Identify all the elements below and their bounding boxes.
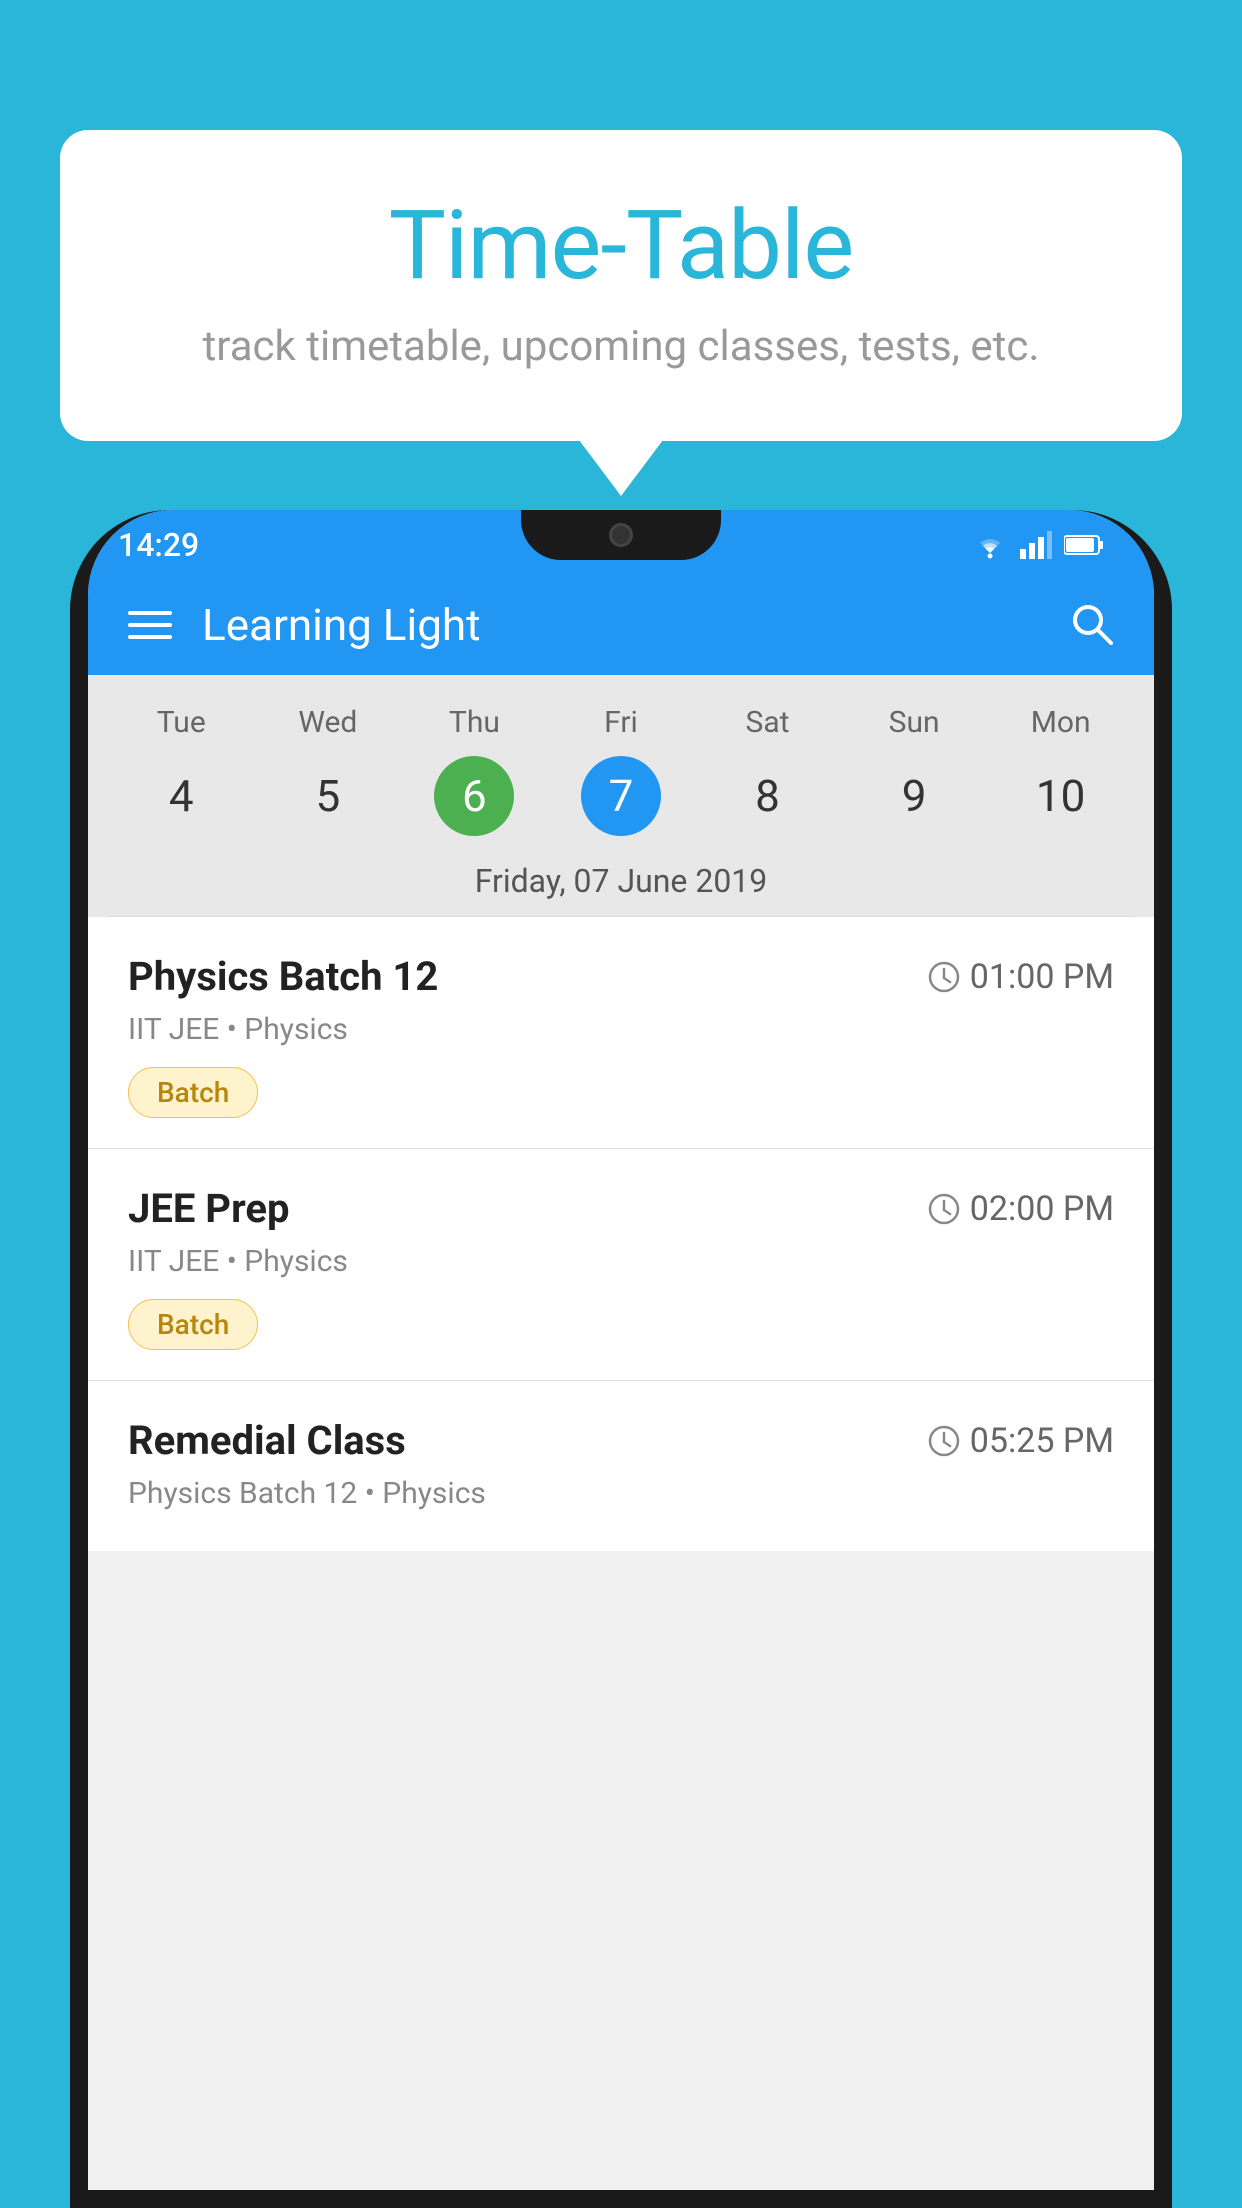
camera bbox=[609, 523, 633, 547]
day-name-sun: Sun bbox=[889, 705, 940, 740]
app-title: Learning Light bbox=[202, 599, 1068, 651]
speech-bubble-container: Time-Table track timetable, upcoming cla… bbox=[60, 130, 1182, 441]
bubble-subtitle: track timetable, upcoming classes, tests… bbox=[140, 322, 1102, 371]
schedule-time-value-1: 01:00 PM bbox=[970, 957, 1114, 997]
schedule-time-3: 05:25 PM bbox=[928, 1421, 1114, 1461]
day-name-wed: Wed bbox=[298, 705, 357, 740]
day-wed[interactable]: Wed 5 bbox=[260, 705, 395, 836]
clock-icon-3 bbox=[928, 1425, 960, 1457]
day-sat[interactable]: Sat 8 bbox=[700, 705, 835, 836]
day-name-thu: Thu bbox=[449, 705, 500, 740]
status-icons bbox=[972, 531, 1104, 559]
calendar-section: Tue 4 Wed 5 Thu 6 Fri 7 Sat 8 bbox=[88, 675, 1154, 917]
batch-badge-2: Batch bbox=[128, 1299, 258, 1350]
signal-icon bbox=[1020, 531, 1052, 559]
schedule-subtitle-2: IIT JEE • Physics bbox=[128, 1244, 1114, 1279]
schedule-item-2[interactable]: JEE Prep 02:00 PM IIT JEE • Physics Batc… bbox=[88, 1149, 1154, 1381]
schedule-time-2: 02:00 PM bbox=[928, 1189, 1114, 1229]
day-mon[interactable]: Mon 10 bbox=[993, 705, 1128, 836]
schedule-title-3: Remedial Class bbox=[128, 1417, 406, 1464]
schedule-item-3-header: Remedial Class 05:25 PM bbox=[128, 1417, 1114, 1464]
days-row: Tue 4 Wed 5 Thu 6 Fri 7 Sat 8 bbox=[108, 695, 1134, 846]
day-num-wed: 5 bbox=[288, 756, 368, 836]
day-name-fri: Fri bbox=[604, 705, 638, 740]
schedule-item-3[interactable]: Remedial Class 05:25 PM Physics Batch 12… bbox=[88, 1381, 1154, 1551]
search-button[interactable] bbox=[1068, 600, 1114, 650]
day-num-sun: 9 bbox=[874, 756, 954, 836]
status-time: 14:29 bbox=[118, 526, 199, 564]
schedule-list: Physics Batch 12 01:00 PM IIT JEE • Phys… bbox=[88, 917, 1154, 1551]
phone-inner: 14:29 bbox=[88, 510, 1154, 2190]
day-num-sat: 8 bbox=[728, 756, 808, 836]
schedule-item-1[interactable]: Physics Batch 12 01:00 PM IIT JEE • Phys… bbox=[88, 917, 1154, 1149]
day-num-fri: 7 bbox=[581, 756, 661, 836]
day-name-sat: Sat bbox=[746, 705, 790, 740]
speech-bubble: Time-Table track timetable, upcoming cla… bbox=[60, 130, 1182, 441]
day-thu[interactable]: Thu 6 bbox=[407, 705, 542, 836]
phone-frame: 14:29 bbox=[70, 510, 1172, 2208]
clock-icon-1 bbox=[928, 961, 960, 993]
phone-notch bbox=[521, 510, 721, 560]
schedule-title-2: JEE Prep bbox=[128, 1185, 289, 1232]
schedule-time-1: 01:00 PM bbox=[928, 957, 1114, 997]
day-tue[interactable]: Tue 4 bbox=[114, 705, 249, 836]
day-num-mon: 10 bbox=[1021, 756, 1101, 836]
schedule-time-value-3: 05:25 PM bbox=[970, 1421, 1114, 1461]
bubble-title: Time-Table bbox=[140, 190, 1102, 302]
battery-icon bbox=[1064, 534, 1104, 556]
day-fri[interactable]: Fri 7 bbox=[553, 705, 688, 836]
clock-icon-2 bbox=[928, 1193, 960, 1225]
schedule-title-1: Physics Batch 12 bbox=[128, 953, 438, 1000]
schedule-item-2-header: JEE Prep 02:00 PM bbox=[128, 1185, 1114, 1232]
hamburger-menu[interactable] bbox=[128, 611, 172, 639]
app-header: Learning Light bbox=[88, 575, 1154, 675]
day-num-tue: 4 bbox=[141, 756, 221, 836]
batch-badge-1: Batch bbox=[128, 1067, 258, 1118]
selected-date-label: Friday, 07 June 2019 bbox=[108, 846, 1134, 917]
search-icon bbox=[1068, 600, 1114, 646]
day-name-tue: Tue bbox=[157, 705, 206, 740]
schedule-item-1-header: Physics Batch 12 01:00 PM bbox=[128, 953, 1114, 1000]
schedule-time-value-2: 02:00 PM bbox=[970, 1189, 1114, 1229]
day-name-mon: Mon bbox=[1031, 705, 1091, 740]
schedule-subtitle-3: Physics Batch 12 • Physics bbox=[128, 1476, 1114, 1511]
day-num-thu: 6 bbox=[434, 756, 514, 836]
day-sun[interactable]: Sun 9 bbox=[847, 705, 982, 836]
schedule-subtitle-1: IIT JEE • Physics bbox=[128, 1012, 1114, 1047]
wifi-icon bbox=[972, 531, 1008, 559]
